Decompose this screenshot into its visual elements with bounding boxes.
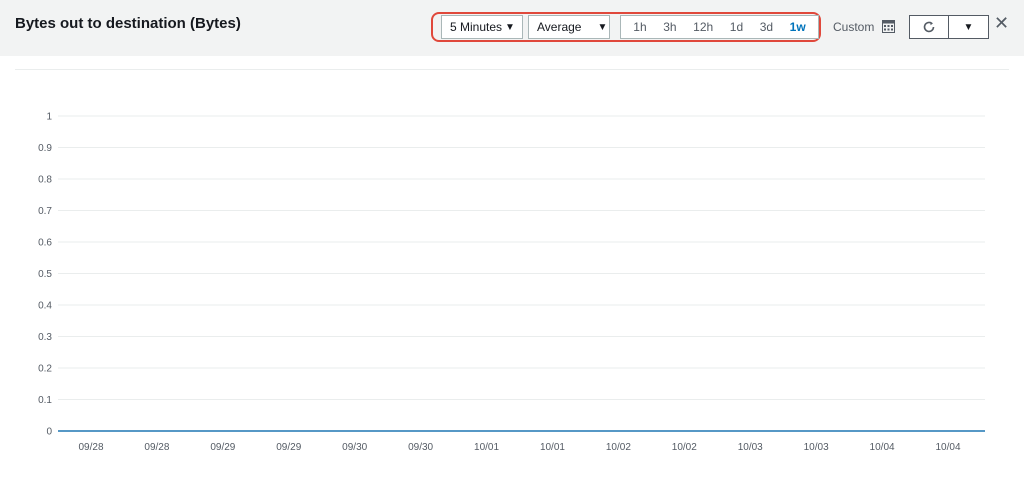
- x-tick-label: 10/04: [870, 442, 895, 453]
- y-tick-label: 0.8: [38, 175, 52, 186]
- x-tick-label: 10/03: [804, 442, 829, 453]
- x-tick-label: 09/29: [276, 442, 301, 453]
- y-tick-label: 0.1: [38, 395, 52, 406]
- y-tick-label: 0.6: [38, 238, 52, 249]
- y-tick-label: 0.4: [38, 301, 52, 312]
- x-tick-label: 09/28: [78, 442, 103, 453]
- y-tick-label: 0: [46, 427, 52, 438]
- y-tick-label: 0.2: [38, 364, 52, 375]
- x-tick-label: 10/04: [935, 442, 960, 453]
- x-tick-label: 10/01: [474, 442, 499, 453]
- y-tick-label: 0.7: [38, 206, 52, 217]
- x-tick-label: 10/03: [738, 442, 763, 453]
- y-tick-label: 1: [46, 112, 52, 123]
- x-tick-label: 10/02: [606, 442, 631, 453]
- x-tick-label: 09/29: [210, 442, 235, 453]
- x-tick-label: 09/28: [144, 442, 169, 453]
- x-tick-label: 09/30: [342, 442, 367, 453]
- x-tick-label: 10/01: [540, 442, 565, 453]
- y-tick-label: 0.3: [38, 332, 52, 343]
- bytes-out-chart: 0 0.1 0.2 0.3 0.4 0.5 0.6 0.7 0.8 0.9 1 09/28 09/28 0…: [38, 112, 985, 453]
- x-tick-label: 10/02: [672, 442, 697, 453]
- y-tick-label: 0.9: [38, 143, 52, 154]
- x-tick-label: 09/30: [408, 442, 433, 453]
- y-tick-label: 0.5: [38, 269, 52, 280]
